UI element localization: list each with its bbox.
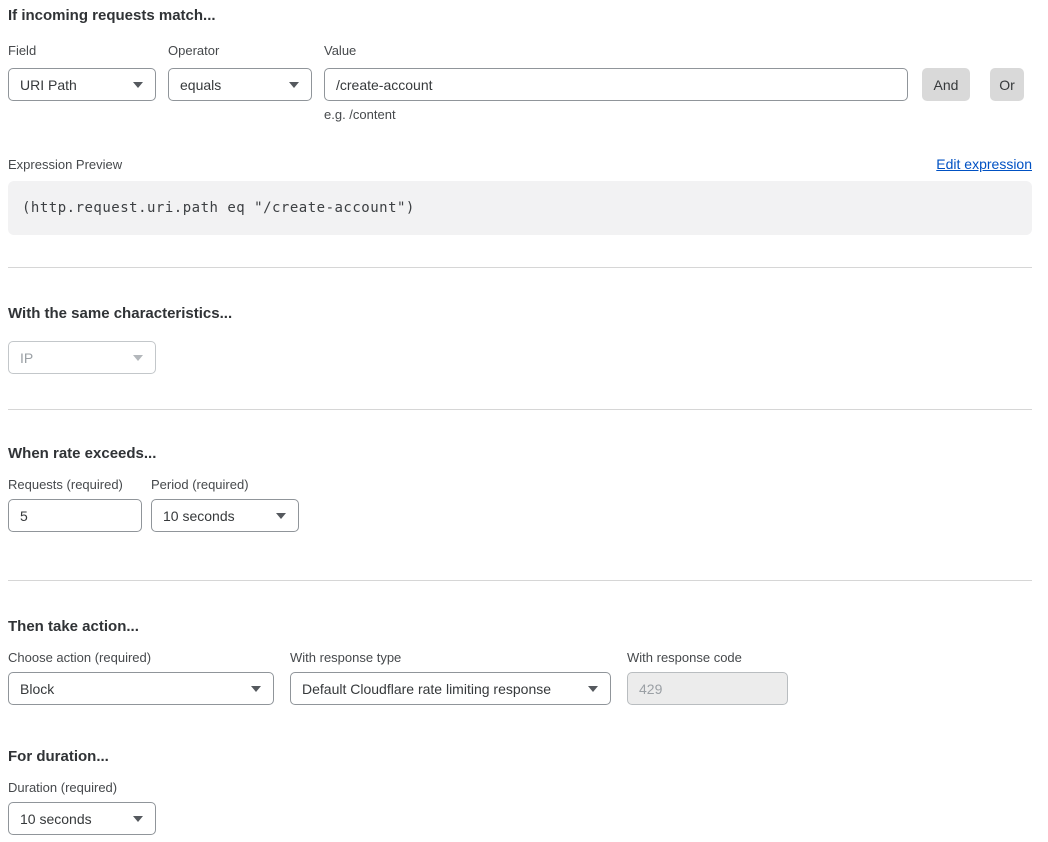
- action-section-title: Then take action...: [8, 618, 1032, 635]
- match-controls-row: URI Path equals And Or: [8, 68, 1032, 101]
- expression-preview-label: Expression Preview: [8, 157, 122, 173]
- and-button[interactable]: And: [922, 68, 970, 101]
- chevron-down-icon: [251, 686, 261, 692]
- action-controls-row: Block Default Cloudflare rate limiting r…: [8, 672, 1032, 705]
- action-labels-row: Choose action (required) With response t…: [8, 650, 1032, 666]
- chevron-down-icon: [588, 686, 598, 692]
- chevron-down-icon: [276, 513, 286, 519]
- response-type-label: With response type: [290, 650, 627, 666]
- value-hint: e.g. /content: [324, 107, 396, 123]
- section-divider: [8, 409, 1032, 410]
- response-type-select-value: Default Cloudflare rate limiting respons…: [302, 681, 551, 697]
- chevron-down-icon: [133, 82, 143, 88]
- section-divider: [8, 267, 1032, 268]
- requests-input[interactable]: [8, 499, 142, 532]
- operator-select[interactable]: equals: [168, 68, 312, 101]
- operator-label: Operator: [168, 43, 324, 59]
- section-divider: [8, 580, 1032, 581]
- operator-select-value: equals: [180, 77, 221, 93]
- field-select[interactable]: URI Path: [8, 68, 156, 101]
- duration-select-value: 10 seconds: [20, 811, 92, 827]
- action-select[interactable]: Block: [8, 672, 274, 705]
- choose-action-label: Choose action (required): [8, 650, 290, 666]
- requests-label: Requests (required): [8, 477, 151, 493]
- duration-label: Duration (required): [8, 780, 117, 796]
- response-type-select[interactable]: Default Cloudflare rate limiting respons…: [290, 672, 611, 705]
- duration-select[interactable]: 10 seconds: [8, 802, 156, 835]
- field-label: Field: [8, 43, 168, 59]
- chevron-down-icon: [133, 355, 143, 361]
- characteristic-select-value: IP: [20, 350, 33, 366]
- duration-section-title: For duration...: [8, 748, 1032, 765]
- expression-text: (http.request.uri.path eq "/create-accou…: [22, 200, 415, 216]
- expression-preview-row: Expression Preview Edit expression: [8, 156, 1032, 173]
- value-hint-row: e.g. /content: [8, 107, 1032, 123]
- characteristics-section-title: With the same characteristics...: [8, 305, 1032, 322]
- chevron-down-icon: [133, 816, 143, 822]
- period-label: Period (required): [151, 477, 249, 493]
- expression-preview-code: (http.request.uri.path eq "/create-accou…: [8, 181, 1032, 235]
- response-code-label: With response code: [627, 650, 742, 666]
- response-code-input: [627, 672, 788, 705]
- rate-labels-row: Requests (required) Period (required): [8, 477, 1032, 493]
- rate-controls-row: 10 seconds: [8, 499, 1032, 532]
- characteristic-select: IP: [8, 341, 156, 374]
- action-select-value: Block: [20, 681, 54, 697]
- rate-section-title: When rate exceeds...: [8, 445, 1032, 462]
- match-section-title: If incoming requests match...: [8, 7, 1032, 24]
- or-button[interactable]: Or: [990, 68, 1024, 101]
- chevron-down-icon: [289, 82, 299, 88]
- period-select-value: 10 seconds: [163, 508, 235, 524]
- match-labels-row: Field Operator Value: [8, 43, 1032, 59]
- value-label: Value: [324, 43, 356, 59]
- edit-expression-link[interactable]: Edit expression: [936, 156, 1032, 172]
- field-select-value: URI Path: [20, 77, 77, 93]
- period-select[interactable]: 10 seconds: [151, 499, 299, 532]
- value-input[interactable]: [324, 68, 908, 101]
- rate-limiting-rule-form: If incoming requests match... Field Oper…: [0, 7, 1048, 835]
